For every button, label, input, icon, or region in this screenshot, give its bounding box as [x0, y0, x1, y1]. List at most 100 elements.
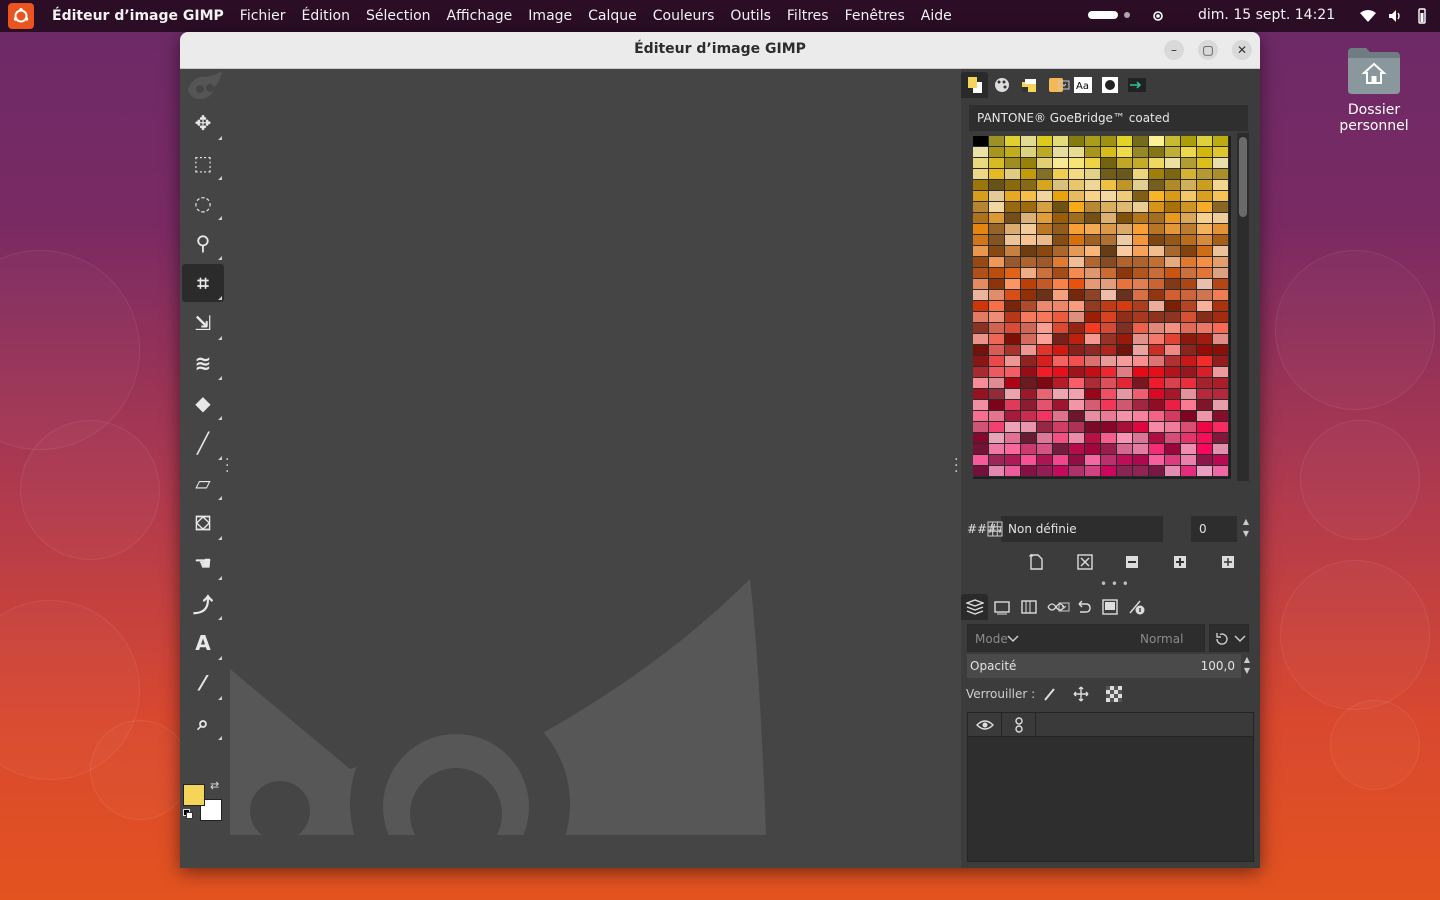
swap-colors-icon[interactable]: ⇄	[210, 779, 219, 792]
palette-swatch[interactable]	[1181, 422, 1197, 433]
menu-couleurs[interactable]: Couleurs	[645, 8, 723, 24]
palette-swatch[interactable]	[1213, 268, 1229, 279]
palette-swatch[interactable]	[1149, 213, 1165, 224]
palette-swatch[interactable]	[1101, 367, 1117, 378]
palette-swatch[interactable]	[1085, 224, 1101, 235]
maximize-button[interactable]: ▢	[1198, 40, 1218, 60]
palette-swatch[interactable]	[1053, 356, 1069, 367]
palette-swatch[interactable]	[1005, 246, 1021, 257]
palette-swatch[interactable]	[1197, 147, 1213, 158]
palette-swatch[interactable]	[1085, 356, 1101, 367]
palette-swatch[interactable]	[1181, 455, 1197, 466]
layers-list[interactable]	[967, 712, 1254, 862]
palette-swatch[interactable]	[1165, 400, 1181, 411]
palette-swatch[interactable]	[1021, 389, 1037, 400]
palette-swatch[interactable]	[989, 455, 1005, 466]
palette-swatch[interactable]	[1213, 224, 1229, 235]
palette-swatch[interactable]	[1197, 433, 1213, 444]
palette-swatch[interactable]	[1005, 400, 1021, 411]
palette-swatch[interactable]	[1181, 301, 1197, 312]
menu-filtres[interactable]: Filtres	[779, 8, 837, 24]
palette-swatch[interactable]	[989, 235, 1005, 246]
palette-swatch[interactable]	[1053, 301, 1069, 312]
menu-fichier[interactable]: Fichier	[232, 8, 294, 24]
palette-swatch[interactable]	[1005, 136, 1021, 147]
palette-swatch[interactable]	[1133, 345, 1149, 356]
palette-swatch[interactable]	[1085, 191, 1101, 202]
palette-swatch[interactable]	[1021, 290, 1037, 301]
palette-swatch[interactable]	[1213, 158, 1229, 169]
palette-swatch[interactable]	[1101, 136, 1117, 147]
palette-swatch[interactable]	[1005, 466, 1021, 477]
palette-swatch[interactable]	[1037, 356, 1053, 367]
palette-swatch[interactable]	[1021, 257, 1037, 268]
palette-swatch[interactable]	[1005, 356, 1021, 367]
palette-swatch[interactable]	[1069, 235, 1085, 246]
palette-swatch[interactable]	[1005, 279, 1021, 290]
palette-swatch[interactable]	[1053, 158, 1069, 169]
palette-swatch[interactable]	[1117, 378, 1133, 389]
palette-swatch[interactable]	[1053, 290, 1069, 301]
palette-swatch[interactable]	[1197, 466, 1213, 477]
tab-undo-history[interactable]	[1069, 594, 1096, 620]
palette-swatch[interactable]	[1005, 367, 1021, 378]
palette-swatch[interactable]	[1181, 224, 1197, 235]
palette-swatch[interactable]	[1005, 378, 1021, 389]
palette-swatch[interactable]	[1021, 334, 1037, 345]
palette-swatch[interactable]	[1021, 345, 1037, 356]
palette-swatch[interactable]	[973, 400, 989, 411]
palette-swatch[interactable]	[1101, 268, 1117, 279]
palette-swatch[interactable]	[1021, 202, 1037, 213]
palette-swatch[interactable]	[989, 345, 1005, 356]
palette-swatch[interactable]	[1197, 257, 1213, 268]
palette-swatch[interactable]	[1085, 323, 1101, 334]
palette-swatch-grid[interactable]	[973, 136, 1231, 479]
palette-swatch[interactable]	[1117, 433, 1133, 444]
palette-swatch[interactable]	[1149, 224, 1165, 235]
palette-swatch[interactable]	[989, 246, 1005, 257]
palette-swatch[interactable]	[1165, 169, 1181, 180]
palette-swatch[interactable]	[1053, 444, 1069, 455]
menu-calque[interactable]: Calque	[580, 8, 645, 24]
palette-swatch[interactable]	[1021, 158, 1037, 169]
palette-swatch[interactable]	[1197, 422, 1213, 433]
palette-swatch[interactable]	[1197, 279, 1213, 290]
palette-swatch[interactable]	[1069, 466, 1085, 477]
palette-swatch[interactable]	[1101, 257, 1117, 268]
palette-swatch[interactable]	[1085, 268, 1101, 279]
palette-swatch[interactable]	[1117, 257, 1133, 268]
palette-swatch[interactable]	[1005, 334, 1021, 345]
power-icon[interactable]	[1414, 7, 1430, 25]
palette-swatch[interactable]	[1021, 180, 1037, 191]
palette-swatch[interactable]	[1005, 301, 1021, 312]
palette-swatch[interactable]	[1117, 323, 1133, 334]
palette-swatch[interactable]	[1213, 466, 1229, 477]
palette-swatch[interactable]	[973, 378, 989, 389]
text-tool[interactable]: A	[182, 624, 224, 662]
palette-swatch[interactable]	[1117, 268, 1133, 279]
palette-swatch[interactable]	[1133, 290, 1149, 301]
palette-swatch[interactable]	[1117, 367, 1133, 378]
palette-swatch[interactable]	[1213, 378, 1229, 389]
palette-swatch[interactable]	[1213, 136, 1229, 147]
palette-swatch[interactable]	[1005, 191, 1021, 202]
palette-swatch[interactable]	[1069, 268, 1085, 279]
palette-swatch[interactable]	[973, 279, 989, 290]
palette-swatch[interactable]	[1213, 455, 1229, 466]
palette-swatch[interactable]	[1149, 411, 1165, 422]
palette-swatch[interactable]	[1165, 422, 1181, 433]
palette-swatch[interactable]	[1117, 246, 1133, 257]
palette-swatch[interactable]	[1181, 378, 1197, 389]
palette-swatch[interactable]	[1165, 191, 1181, 202]
menu-outils[interactable]: Outils	[722, 8, 778, 24]
tab-palettes[interactable]	[1015, 72, 1042, 98]
menu-image[interactable]: Image	[520, 8, 580, 24]
palette-swatch[interactable]	[1085, 345, 1101, 356]
palette-swatch[interactable]	[1133, 279, 1149, 290]
palette-swatch[interactable]	[1181, 334, 1197, 345]
palette-swatch[interactable]	[1021, 235, 1037, 246]
palette-swatch[interactable]	[1101, 158, 1117, 169]
tab-document-history[interactable]	[1123, 594, 1150, 620]
palette-swatch[interactable]	[1117, 422, 1133, 433]
palette-swatch[interactable]	[973, 180, 989, 191]
